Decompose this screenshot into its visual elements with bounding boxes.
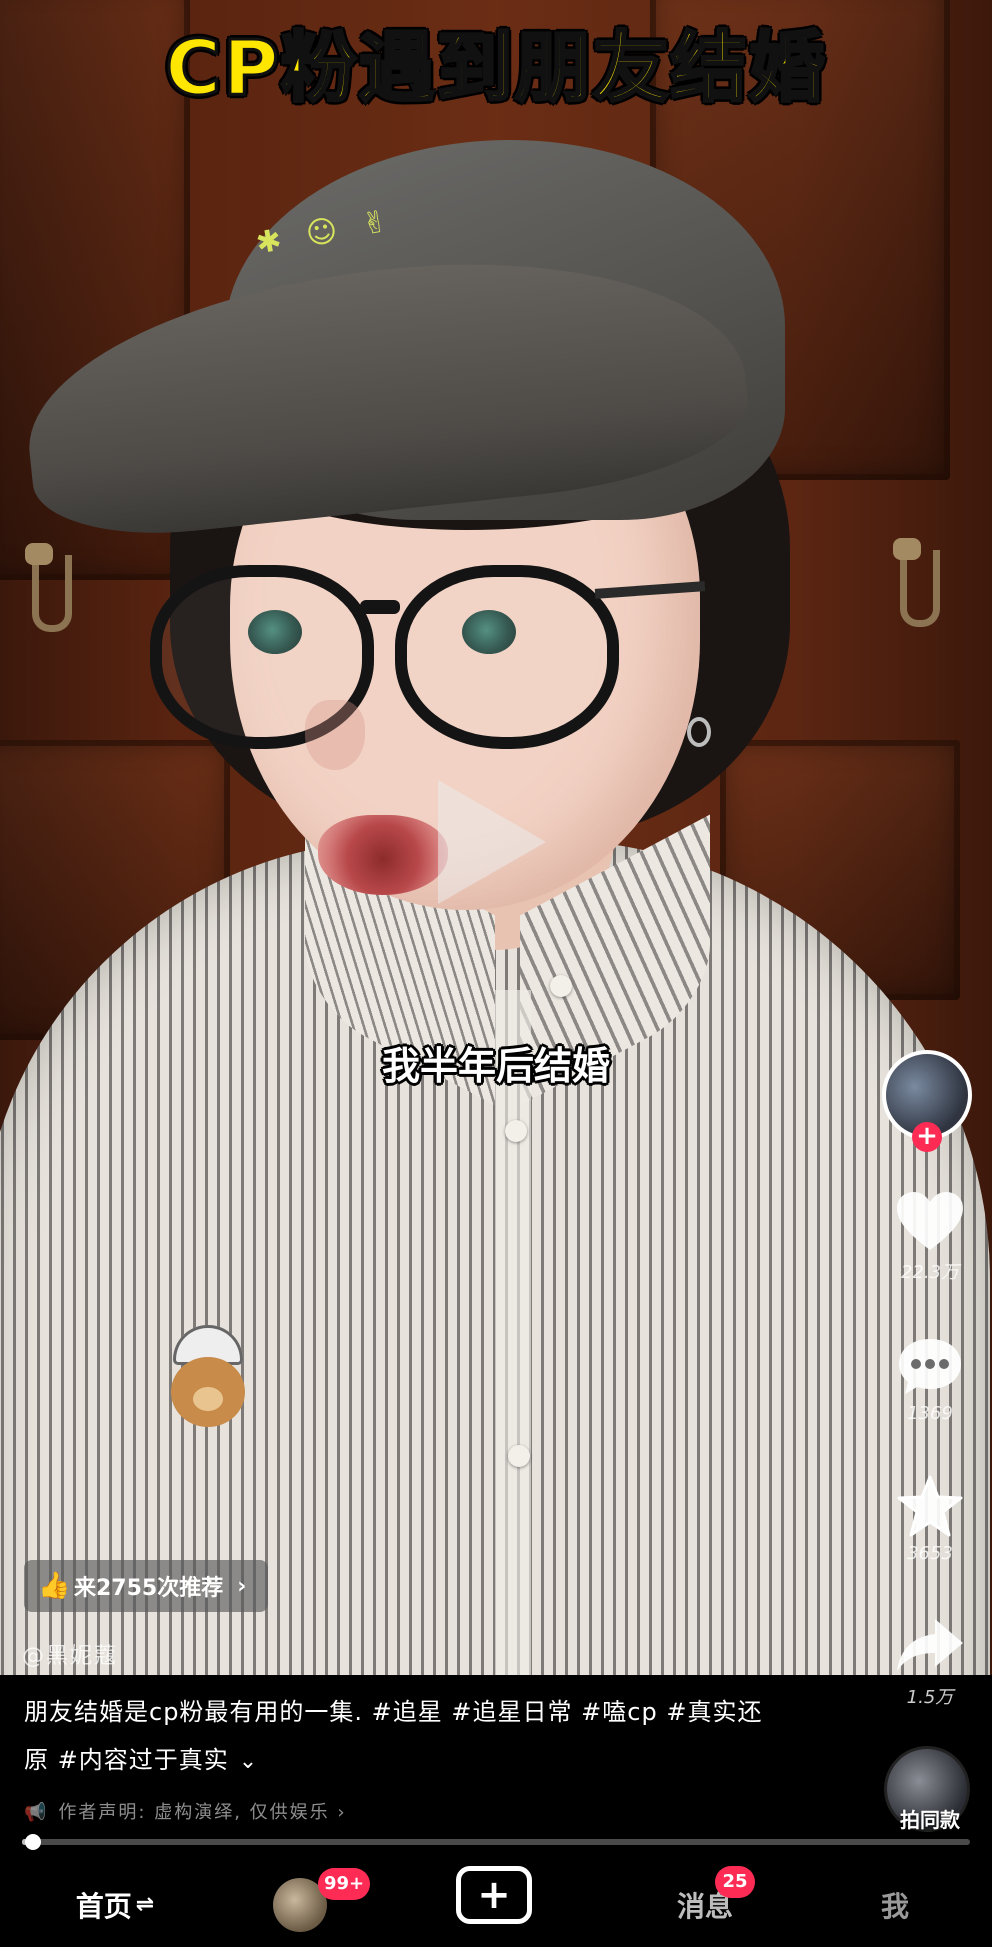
share-count: 1.5万 <box>906 1687 954 1708</box>
glasses-bridge <box>360 600 400 614</box>
friends-badge: 99+ <box>318 1868 371 1900</box>
chevron-right-icon: › <box>237 1573 247 1599</box>
recommend-pill[interactable]: 👍 来2755次推荐 › <box>24 1560 268 1612</box>
star-icon <box>897 1475 963 1537</box>
shirt-placket <box>495 990 531 1675</box>
bear-embroidery <box>165 1325 251 1435</box>
plus-icon: + <box>477 1872 511 1918</box>
nose <box>305 700 365 770</box>
nav-me-label: 我 <box>880 1889 909 1923</box>
shirt-button <box>508 1445 530 1467</box>
earring <box>687 717 711 747</box>
caption-line: 原 #内容过于真实 ⌄ <box>24 1736 864 1786</box>
play-icon[interactable] <box>438 780 546 904</box>
disclaimer-text: 作者声明: 虚构演绎, 仅供娱乐 <box>58 1802 330 1823</box>
video-subtitle: 我半年后结婚 <box>381 1044 610 1088</box>
favorite-button[interactable]: 3653 <box>880 1475 980 1564</box>
megaphone-icon: 📢 <box>24 1802 49 1823</box>
comment-button[interactable]: 1369 <box>880 1335 980 1424</box>
video-caption[interactable]: 朋友结婚是cp粉最有用的一集. #追星 #追星日常 #嗑cp #真实还 原 #内… <box>24 1688 864 1786</box>
thumbs-up-icon: 👍 <box>38 1571 71 1601</box>
caption-line: 朋友结婚是cp粉最有用的一集. #追星 #追星日常 #嗑cp #真实还 <box>24 1698 763 1726</box>
chevron-down-icon[interactable]: ⌄ <box>239 1749 258 1774</box>
messages-badge: 25 <box>715 1866 755 1898</box>
video-title-overlay: CP粉遇到朋友结婚 <box>164 22 827 114</box>
coat-hook <box>893 538 940 627</box>
shirt-button <box>550 975 572 997</box>
comment-icon <box>899 1339 961 1394</box>
swap-icon: ⇌ <box>135 1892 155 1917</box>
use-template-label[interactable]: 拍同款 <box>880 1804 980 1833</box>
video-player[interactable]: ✱ ☺ ✌ CP粉遇到朋友结婚 我半年后结婚 👍 来2755次推荐 › @黑妮蔻 <box>0 0 992 1675</box>
author-watermark: @黑妮蔻 <box>22 1644 119 1669</box>
follow-plus-icon[interactable]: + <box>912 1122 942 1152</box>
coat-hook <box>25 543 72 632</box>
mouth <box>318 815 448 895</box>
chevron-right-icon: › <box>329 1802 347 1823</box>
share-button[interactable]: 1.5万 <box>880 1615 980 1709</box>
author-disclaimer[interactable]: 📢 作者声明: 虚构演绎, 仅供娱乐 › <box>24 1798 347 1824</box>
progress-knob[interactable] <box>24 1834 41 1850</box>
glasses-lens <box>395 565 619 749</box>
like-count: 22.3万 <box>900 1262 960 1283</box>
nav-home-label: 首页 <box>75 1889 132 1923</box>
video-progress-bar[interactable] <box>22 1834 970 1850</box>
comment-count: 1369 <box>907 1403 953 1424</box>
create-button[interactable]: + <box>456 1866 532 1924</box>
shirt-button <box>505 1120 527 1142</box>
favorite-count: 3653 <box>907 1543 953 1564</box>
nav-me[interactable]: 我 <box>870 1862 920 1947</box>
like-button[interactable]: 22.3万 <box>880 1190 980 1284</box>
caption-line-text: 原 #内容过于真实 <box>24 1746 229 1774</box>
share-arrow-icon <box>897 1619 963 1671</box>
heart-icon <box>897 1192 963 1250</box>
recommend-count-text: 来2755次推荐 <box>74 1576 224 1601</box>
nav-home[interactable]: 首页 ⇌ <box>60 1862 170 1947</box>
